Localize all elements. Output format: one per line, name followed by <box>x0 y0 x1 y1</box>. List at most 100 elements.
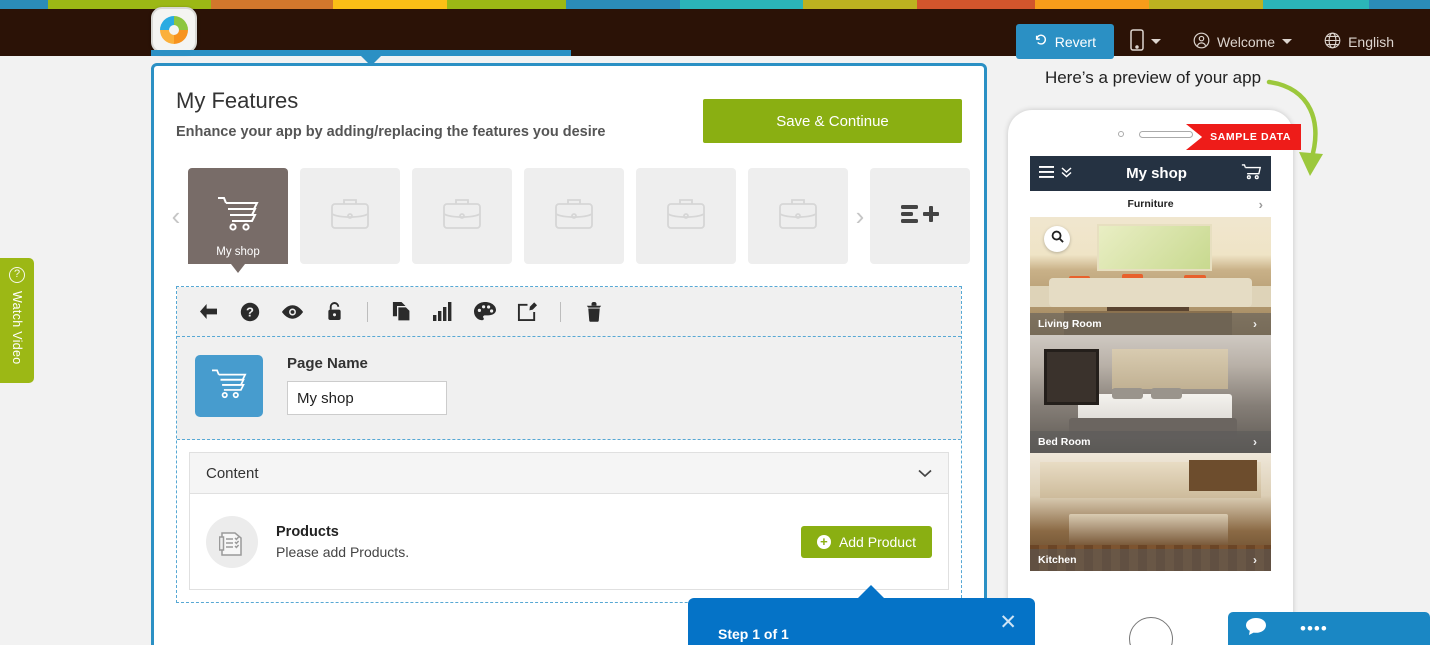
copy-duplicate-icon[interactable] <box>388 299 414 325</box>
preview-category-row[interactable]: Furniture › <box>1030 191 1271 217</box>
feature-card-empty-5[interactable] <box>748 168 848 264</box>
preview-tile-label-row: Kitchen › <box>1030 549 1271 571</box>
content-accordion-header[interactable]: Content <box>189 452 949 494</box>
preview-tile-kitchen[interactable]: Kitchen › <box>1030 453 1271 571</box>
chevron-down-icon <box>918 465 932 482</box>
edit-pencil-icon[interactable] <box>514 299 540 325</box>
revert-button[interactable]: Revert <box>1015 24 1114 59</box>
my-features-panel: My Features Enhance your app by adding/r… <box>151 63 987 645</box>
page-name-input[interactable] <box>287 381 447 415</box>
briefcase-icon <box>664 194 708 239</box>
preview-tile-list: Living Room › Bed Room › Kitchen › <box>1030 217 1271 571</box>
chat-bubble-icon <box>1246 617 1266 640</box>
preview-tile-label: Living Room <box>1038 318 1102 330</box>
toolbar-separator <box>367 301 368 322</box>
toolbar-separator <box>560 301 561 322</box>
preview-app-title: My shop <box>1126 165 1187 182</box>
phone-camera <box>1118 131 1124 137</box>
products-title: Products <box>276 523 339 540</box>
save-continue-button[interactable]: Save & Continue <box>703 99 962 143</box>
phone-speaker <box>1139 131 1193 138</box>
preview-category-label: Furniture <box>1127 198 1174 210</box>
pie-chart-logo <box>160 16 188 44</box>
phone-home-button[interactable] <box>1128 617 1173 645</box>
panel-header: My Features Enhance your app by adding/r… <box>154 66 984 143</box>
products-subtitle: Please add Products. <box>276 543 410 560</box>
checklist-document-icon <box>206 515 258 568</box>
header-actions: Revert Welcome English <box>1015 18 1410 65</box>
unlock-icon[interactable] <box>321 299 347 325</box>
page-name-field-group: Page Name <box>287 355 447 415</box>
add-feature-button[interactable] <box>870 168 970 264</box>
chat-widget[interactable]: •••• <box>1228 612 1430 645</box>
add-product-button[interactable]: + Add Product <box>800 525 932 558</box>
language-label: English <box>1348 33 1394 50</box>
preview-tile-label-row: Bed Room › <box>1030 431 1271 453</box>
watch-video-label: Watch Video <box>10 291 24 365</box>
list-add-icon <box>899 199 941 234</box>
preview-menu-group[interactable] <box>1039 165 1072 183</box>
preview-search-button[interactable] <box>1044 226 1070 252</box>
hamburger-menu-icon <box>1039 165 1054 183</box>
undo-icon <box>1034 33 1048 50</box>
bar-chart-icon[interactable] <box>430 299 456 325</box>
page-icon-tile[interactable] <box>195 355 263 417</box>
page-name-label: Page Name <box>287 355 368 372</box>
preview-app-bar: My shop <box>1030 156 1271 191</box>
phone-top-bezel: SAMPLE DATA <box>1008 110 1301 156</box>
chat-dots-label: •••• <box>1300 618 1328 638</box>
chevron-right-icon: › <box>1253 317 1257 331</box>
language-menu[interactable]: English <box>1308 18 1410 65</box>
feature-carousel: ‹ My shop › <box>154 168 984 273</box>
carousel-next-icon[interactable]: › <box>852 168 868 264</box>
content-section-label: Content <box>206 464 259 482</box>
device-selector[interactable] <box>1114 18 1177 65</box>
page-toolbar: ? <box>177 287 961 337</box>
welcome-menu[interactable]: Welcome <box>1177 18 1308 65</box>
search-icon <box>1051 230 1064 248</box>
shopping-cart-icon[interactable] <box>1241 163 1262 185</box>
feature-card-empty-4[interactable] <box>636 168 736 264</box>
chevron-right-icon: › <box>1253 553 1257 567</box>
carousel-prev-icon[interactable]: ‹ <box>168 168 184 264</box>
feature-card-my-shop[interactable]: My shop <box>188 168 288 273</box>
products-row: Products Please add Products. + Add Prod… <box>189 494 949 590</box>
close-x-icon[interactable]: ✕ <box>999 612 1017 633</box>
question-circle-icon: ? <box>9 267 25 283</box>
briefcase-icon <box>552 194 596 239</box>
plus-circle-icon: + <box>816 534 831 549</box>
top-color-stripe <box>0 0 1430 9</box>
preview-tile-label-row: Living Room › <box>1030 313 1271 335</box>
phone-preview: SAMPLE DATA My shop Furniture › Living R… <box>1008 110 1301 645</box>
palette-icon[interactable] <box>472 299 498 325</box>
welcome-label: Welcome <box>1216 33 1276 50</box>
feature-card-empty-2[interactable] <box>412 168 512 264</box>
feature-card-empty-1[interactable] <box>300 168 400 264</box>
preview-heading: Here’s a preview of your app <box>1044 68 1262 87</box>
double-chevron-down-icon <box>1061 165 1072 183</box>
preview-tile-label: Bed Room <box>1038 436 1091 448</box>
app-logo[interactable] <box>151 7 197 53</box>
help-question-icon[interactable]: ? <box>237 299 263 325</box>
shopping-cart-icon <box>209 367 249 406</box>
briefcase-icon <box>440 194 484 239</box>
watch-video-tab[interactable]: ? Watch Video <box>0 258 34 383</box>
chevron-right-icon: › <box>1258 196 1263 212</box>
shopping-cart-icon <box>215 194 261 239</box>
eye-preview-icon[interactable] <box>279 299 305 325</box>
walkthrough-callout: Step 1 of 1 ✕ <box>688 585 1035 645</box>
trash-icon[interactable] <box>581 299 607 325</box>
chevron-right-icon: › <box>1253 435 1257 449</box>
revert-label: Revert <box>1054 33 1096 50</box>
top-header-bar: Revert Welcome English <box>0 7 1430 59</box>
back-arrow-icon[interactable] <box>195 299 221 325</box>
content-section: Content Products Please add Products. + … <box>177 440 961 602</box>
chevron-down-icon <box>1282 39 1293 44</box>
chevron-down-icon <box>1150 39 1161 44</box>
user-circle-icon <box>1193 32 1210 52</box>
feature-card-empty-3[interactable] <box>524 168 624 264</box>
page-editor-region: ? Page Name My shop Content Products Ple… <box>176 286 962 603</box>
callout-step-label: Step 1 of 1 <box>718 626 789 642</box>
feature-card-list: My shop <box>188 168 848 273</box>
preview-tile-bed-room[interactable]: Bed Room › <box>1030 335 1271 453</box>
